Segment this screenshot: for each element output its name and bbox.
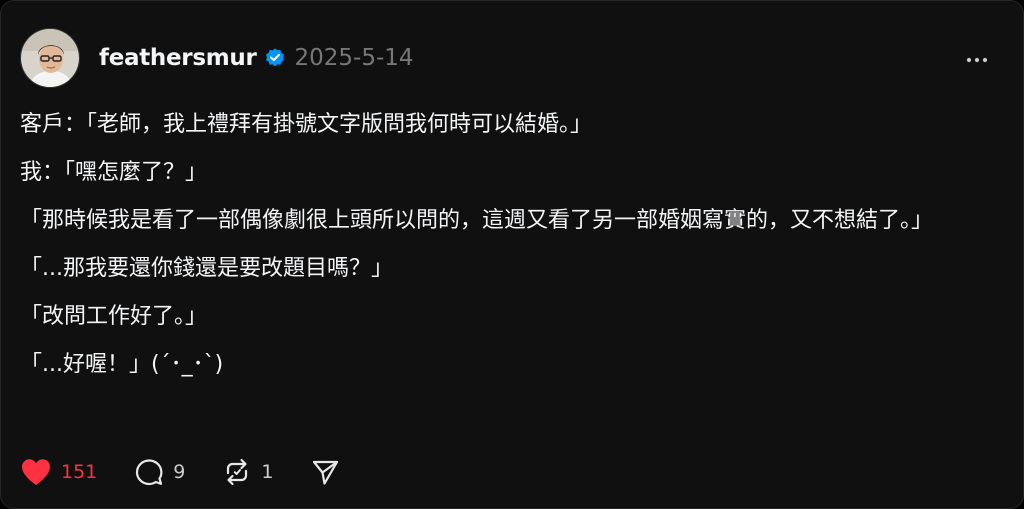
repost-button[interactable]: 1 [222,457,273,487]
post-paragraph: 客戶：「老師，我上禮拜有掛號文字版問我何時可以結婚。」 [20,112,593,137]
comment-count: 9 [173,461,186,483]
author-username[interactable]: feathersmur [99,45,257,71]
comment-bubble-icon [136,459,163,486]
repost-count: 1 [261,461,274,483]
more-options-button[interactable] [963,46,991,74]
post-date[interactable]: 2025-5-14 [295,45,414,71]
verified-badge-icon [264,47,286,69]
author-avatar[interactable] [20,28,80,88]
post-paragraph: 「那時候我是看了一部偶像劇很上頭所以問的，這週又看了另一部婚姻寫實的，又不想結了… [20,208,934,233]
post-body: 客戶：「老師，我上禮拜有掛號文字版問我何時可以結婚。」 我：「嘿怎麼了？」 「那… [20,109,980,397]
avatar-photo-icon [21,29,79,87]
comment-button[interactable]: 9 [134,457,185,487]
author-row: feathersmur 2025-5-14 [99,42,414,74]
more-dots-icon [966,57,988,63]
heart-icon [22,459,50,485]
repost-icon [227,458,248,486]
like-count: 151 [61,461,98,483]
post-paragraph: 「改問工作好了。」 [20,304,208,329]
action-bar: 151 9 1 [20,456,377,488]
send-paper-plane-icon [313,460,339,485]
post-header: feathersmur 2025-5-14 [20,28,1010,88]
like-button[interactable]: 151 [20,457,97,487]
post-paragraph: 「...好喔！」(´･_･`) [20,352,224,377]
post-paragraph: 「...那我要還你錢還是要改題目嗎？」 [20,256,393,281]
post-paragraph: 我：「嘿怎麼了？」 [20,160,208,185]
share-button[interactable] [310,457,340,487]
post-card: feathersmur 2025-5-14 客戶：「老師，我上禮拜有掛號文字版問… [0,0,1024,509]
